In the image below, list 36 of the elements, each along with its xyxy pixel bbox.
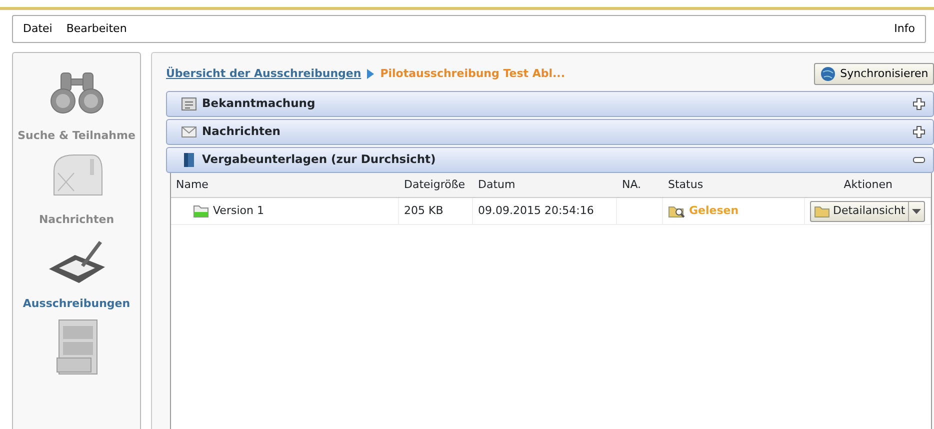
column-header: Aktionen — [842, 176, 894, 193]
folder-icon — [193, 204, 209, 218]
envelope-icon — [181, 124, 197, 140]
status-text: Gelesen — [689, 202, 739, 219]
sync-button[interactable]: Synchronisieren — [814, 62, 934, 86]
section-title: Bekanntmachung — [202, 95, 316, 112]
sidebar-item[interactable]: Ausschreibungen — [22, 234, 130, 310]
section-title: Vergabeunterlagen (zur Durchsicht) — [202, 151, 436, 168]
breadcrumb-arrow-icon — [367, 69, 374, 79]
menu-item[interactable]: Bearbeiten — [66, 20, 127, 38]
folder-search-icon — [668, 204, 686, 218]
accordion-header[interactable]: Nachrichten — [166, 119, 934, 145]
detail-split-button[interactable]: Detailansicht — [810, 200, 926, 222]
door-icon — [181, 152, 197, 168]
collapse-icon — [913, 157, 926, 163]
calendar-icon — [181, 96, 197, 112]
column-header: Name — [175, 176, 210, 193]
folder-icon — [814, 204, 830, 218]
column-header: NA. — [621, 176, 642, 193]
section-title: Nachrichten — [202, 123, 280, 140]
expand-icon — [913, 98, 926, 110]
expand-icon — [913, 126, 926, 138]
table-cell-text: Version 1 — [213, 202, 264, 219]
menu-item[interactable]: Info — [894, 20, 915, 38]
accordion-header[interactable]: Bekanntmachung — [166, 91, 934, 117]
globe-icon — [820, 66, 836, 82]
caret-icon — [912, 208, 922, 214]
column-header: Dateigröße — [403, 176, 466, 193]
column-header: Datum — [477, 176, 516, 193]
menu-item[interactable]: Datei — [23, 20, 52, 38]
accordion-header[interactable]: Vergabeunterlagen (zur Durchsicht) — [166, 147, 934, 173]
column-header: Status — [667, 176, 704, 193]
breadcrumb-current: Pilotausschreibung Test Abl... — [380, 66, 566, 82]
table-cell: 09.09.2015 20:54:16 — [473, 198, 617, 224]
breadcrumb-link[interactable]: Übersicht der Ausschreibungen — [166, 66, 362, 82]
table-cell: 205 KB — [399, 198, 473, 224]
